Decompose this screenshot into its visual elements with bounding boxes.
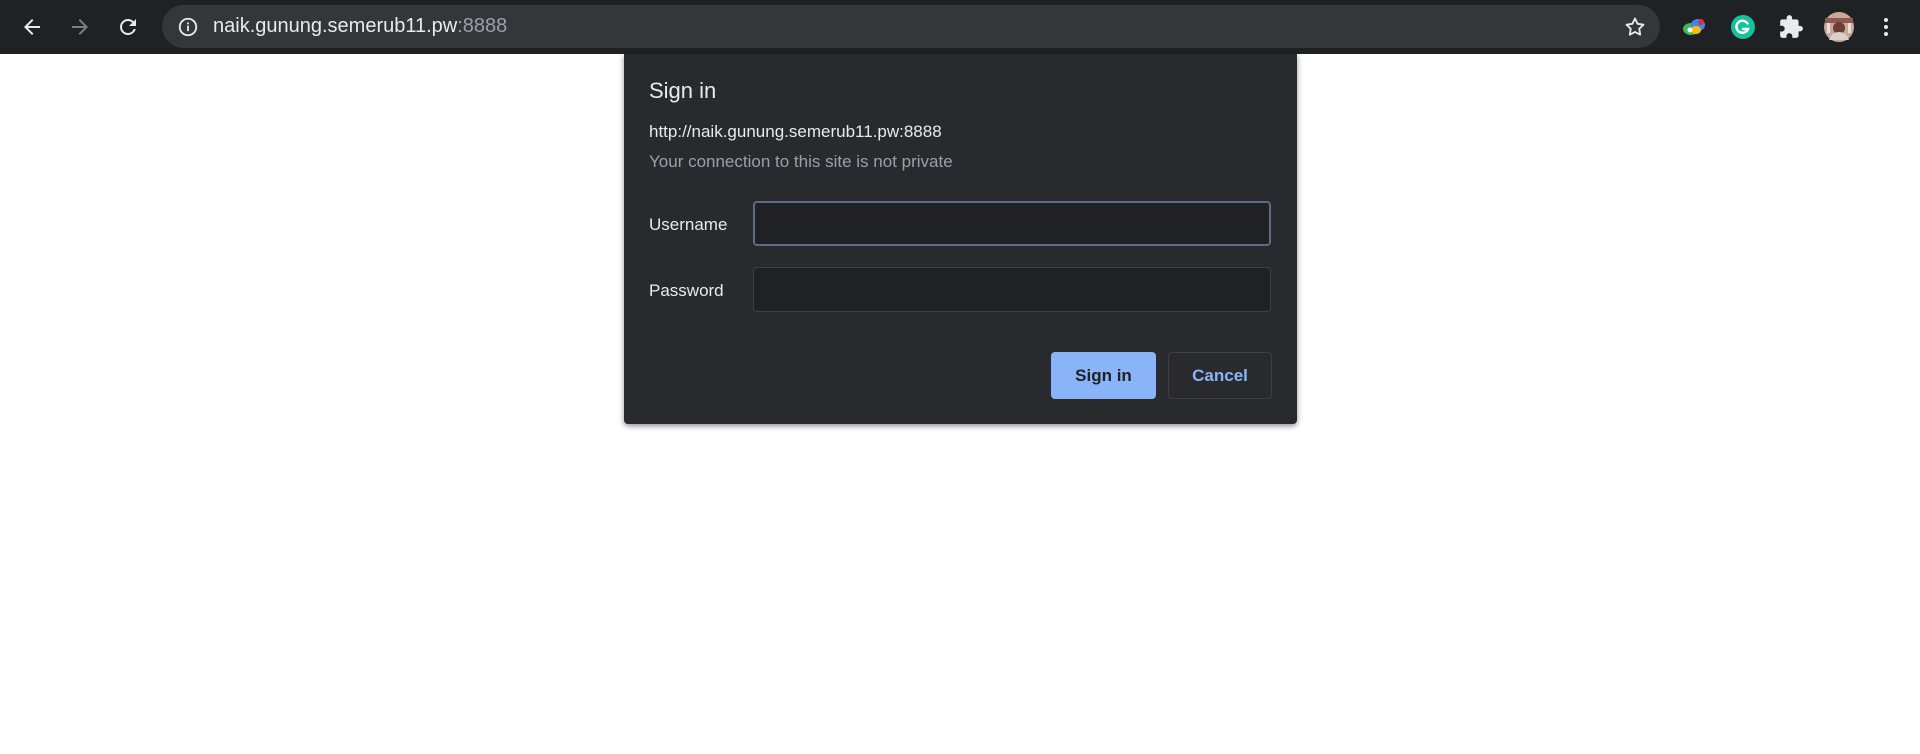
back-button[interactable]: [12, 7, 52, 47]
sign-in-button[interactable]: Sign in: [1051, 352, 1156, 399]
grammarly-icon[interactable]: [1726, 10, 1760, 44]
browser-toolbar: naik.gunung.semerub11.pw:8888: [0, 0, 1920, 54]
more-vert-icon[interactable]: [1869, 10, 1903, 44]
star-icon[interactable]: [1622, 14, 1648, 40]
password-field[interactable]: [753, 267, 1271, 312]
profile-avatar[interactable]: [1822, 10, 1856, 44]
dialog-title: Sign in: [649, 78, 717, 103]
sign-in-dialog: Sign in http://naik.gunung.semerub11.pw:…: [624, 54, 1297, 424]
address-url[interactable]: naik.gunung.semerub11.pw:8888: [213, 5, 507, 48]
cancel-button[interactable]: Cancel: [1168, 352, 1272, 399]
reload-icon: [120, 19, 136, 35]
connection-warning: Your connection to this site is not priv…: [649, 152, 953, 171]
password-label: Password: [649, 281, 724, 300]
username-field[interactable]: [753, 201, 1271, 246]
arrow-right-icon: [72, 19, 88, 35]
info-icon[interactable]: [176, 15, 200, 39]
username-label: Username: [649, 215, 728, 234]
arrow-left-icon: [24, 19, 40, 35]
url-host: naik.gunung.semerub11.pw: [213, 15, 458, 37]
url-port: :8888: [457, 15, 508, 37]
address-bar[interactable]: naik.gunung.semerub11.pw:8888: [162, 5, 1660, 48]
puzzle-icon[interactable]: [1774, 10, 1808, 44]
reload-button[interactable]: [108, 7, 148, 47]
dialog-origin: http://naik.gunung.semerub11.pw:8888: [649, 122, 942, 141]
extension-color-icon[interactable]: [1678, 10, 1712, 44]
forward-button[interactable]: [60, 7, 100, 47]
